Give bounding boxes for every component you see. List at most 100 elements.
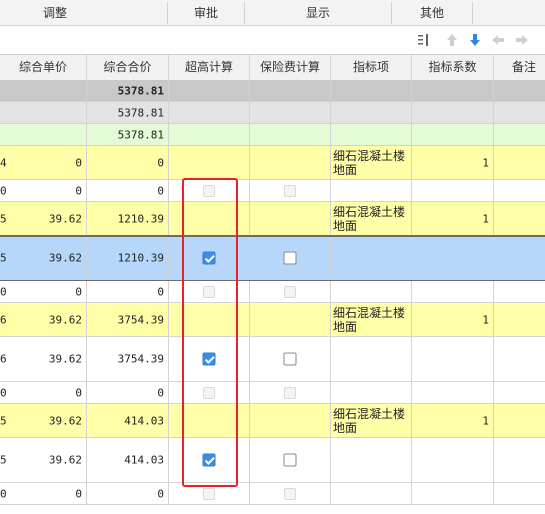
table-row[interactable]: 000 [0,483,545,505]
remark-cell[interactable] [494,124,545,146]
insurance-calc-cell[interactable] [250,303,331,337]
table-row[interactable]: 4 0 0 细石混凝土楼地面 1 [0,146,545,180]
indicator-coef-cell[interactable] [412,281,494,303]
unit-price-cell[interactable]: 00 [0,180,87,202]
total-price-cell[interactable]: 5378.81 [87,80,169,102]
insurance-calc-cell[interactable] [250,281,331,303]
indicator-cell[interactable] [331,180,412,202]
insurance-calc-checkbox[interactable] [284,386,296,399]
insurance-calc-checkbox[interactable] [283,352,297,366]
indicator-coef-cell[interactable] [412,483,494,505]
indicator-coef-cell[interactable] [412,102,494,124]
insurance-calc-cell[interactable] [250,236,331,281]
remark-cell[interactable] [494,80,545,102]
table-row[interactable]: 000 [0,180,545,202]
indicator-coef-cell[interactable] [412,124,494,146]
total-price-cell[interactable]: 0 [87,180,169,202]
height-calc-cell[interactable] [169,483,250,505]
total-price-cell[interactable]: 0 [87,382,169,404]
indicator-cell[interactable] [331,236,412,281]
column-header-unit-price[interactable]: 综合单价 [0,55,87,80]
remark-cell[interactable] [494,102,545,124]
total-price-cell[interactable]: 3754.39 [87,337,169,382]
move-left-icon[interactable] [490,32,506,48]
insurance-calc-checkbox[interactable] [283,453,297,467]
column-header-total-price[interactable]: 综合合价 [87,55,169,80]
move-down-icon[interactable] [467,32,483,48]
indicator-coef-cell[interactable] [412,236,494,281]
insurance-calc-cell[interactable] [250,483,331,505]
table-row[interactable]: 5378.81 [0,124,545,146]
indicator-cell[interactable] [331,483,412,505]
insurance-calc-cell[interactable] [250,404,331,438]
column-settings-icon[interactable] [416,32,432,48]
total-price-cell[interactable]: 414.03 [87,404,169,438]
insurance-calc-cell[interactable] [250,202,331,236]
column-header-indicator[interactable]: 指标项 [331,55,412,80]
height-calc-checkbox[interactable] [203,487,215,500]
indicator-coef-cell[interactable] [412,382,494,404]
height-calc-cell[interactable] [169,303,250,337]
table-row[interactable]: 000 [0,382,545,404]
indicator-cell[interactable]: 细石混凝土楼地面 [331,404,412,438]
column-header-remark[interactable]: 备注 [494,55,545,80]
insurance-calc-cell[interactable] [250,438,331,483]
table-row[interactable]: 000 [0,281,545,303]
unit-price-cell[interactable]: 5 39.62 [0,404,87,438]
indicator-coef-cell[interactable] [412,80,494,102]
indicator-cell[interactable] [331,124,412,146]
insurance-calc-cell[interactable] [250,146,331,180]
insurance-calc-cell[interactable] [250,382,331,404]
column-header-insurance-calc[interactable]: 保险费计算 [250,55,331,80]
table-row[interactable]: 6 39.62 3754.39 细石混凝土楼地面 1 [0,303,545,337]
total-price-cell[interactable]: 414.03 [87,438,169,483]
height-calc-checkbox[interactable] [202,251,216,265]
total-price-cell[interactable]: 1210.39 [87,202,169,236]
insurance-calc-cell[interactable] [250,124,331,146]
indicator-coef-cell[interactable]: 1 [412,146,494,180]
unit-price-cell[interactable] [0,102,87,124]
insurance-calc-cell[interactable] [250,80,331,102]
height-calc-cell[interactable] [169,180,250,202]
unit-price-cell[interactable]: 5 39.62 [0,236,87,281]
remark-cell[interactable] [494,404,545,438]
indicator-cell[interactable]: 细石混凝土楼地面 [331,303,412,337]
height-calc-cell[interactable] [169,202,250,236]
column-header-height-calc[interactable]: 超高计算 [169,55,250,80]
table-row[interactable]: 5378.81 [0,80,545,102]
indicator-coef-cell[interactable]: 1 [412,202,494,236]
remark-cell[interactable] [494,281,545,303]
column-header-indicator-coef[interactable]: 指标系数 [412,55,494,80]
tab-display[interactable]: 显示 [245,0,391,25]
total-price-cell[interactable]: 5378.81 [87,102,169,124]
indicator-coef-cell[interactable] [412,438,494,483]
height-calc-cell[interactable] [169,102,250,124]
unit-price-cell[interactable]: 6 39.62 [0,303,87,337]
total-price-cell[interactable]: 3754.39 [87,303,169,337]
indicator-cell[interactable] [331,382,412,404]
indicator-cell[interactable] [331,80,412,102]
insurance-calc-cell[interactable] [250,102,331,124]
indicator-coef-cell[interactable]: 1 [412,404,494,438]
indicator-cell[interactable]: 细石混凝土楼地面 [331,202,412,236]
remark-cell[interactable] [494,236,545,281]
unit-price-cell[interactable]: 40 [0,146,87,180]
unit-price-cell[interactable] [0,124,87,146]
remark-cell[interactable] [494,180,545,202]
total-price-cell[interactable]: 0 [87,483,169,505]
table-row[interactable]: 6 39.62 3754.39 [0,337,545,382]
height-calc-cell[interactable] [169,80,250,102]
height-calc-checkbox[interactable] [202,453,216,467]
remark-cell[interactable] [494,337,545,382]
insurance-calc-checkbox[interactable] [284,285,296,298]
insurance-calc-checkbox[interactable] [284,184,296,197]
unit-price-cell[interactable]: 00 [0,483,87,505]
insurance-calc-checkbox[interactable] [283,251,297,265]
table-row[interactable]: 5 39.62 1210.39 [0,236,545,281]
height-calc-cell[interactable] [169,382,250,404]
remark-cell[interactable] [494,303,545,337]
tab-approve[interactable]: 审批 [168,0,244,25]
table-row[interactable]: 5 39.62 414.03 细石混凝土楼地面 1 [0,404,545,438]
unit-price-cell[interactable] [0,80,87,102]
insurance-calc-cell[interactable] [250,337,331,382]
